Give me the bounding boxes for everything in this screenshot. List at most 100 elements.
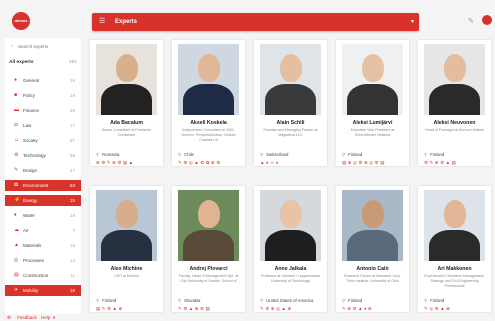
expert-description: Founder and Managing Partner at Magnetic… bbox=[263, 128, 318, 137]
expert-location: ⚲ Romania bbox=[96, 152, 119, 158]
sidebar-item-policy[interactable]: ■ Policy 19 bbox=[5, 90, 81, 101]
feedback-link[interactable]: Feedback bbox=[17, 314, 37, 321]
sidebar-item-label: Policy bbox=[23, 93, 36, 98]
header-bar: ☰ Experts ▾ bbox=[92, 13, 419, 31]
expert-topic-icons: ▤✎⚙▲⊕ bbox=[96, 306, 124, 311]
category-icon: ☺ bbox=[14, 137, 20, 143]
expert-card[interactable]: Anne Jalkala Professor at Stanford / Lapp… bbox=[254, 186, 327, 312]
expert-card[interactable]: Alex Michine CEO at Mentori ⚲ Finland ▤✎⚙▲⊕ bbox=[90, 186, 163, 312]
expert-topic-icons: ✎⊕⚙▲♦⊕ bbox=[342, 306, 374, 311]
location-pin-icon: ⚲ bbox=[424, 298, 428, 303]
sidebar-item-design[interactable]: ✎ Design 47 bbox=[5, 165, 81, 176]
expert-name[interactable]: Akseli Koskela bbox=[172, 120, 245, 126]
expert-photo[interactable] bbox=[424, 44, 485, 115]
sidebar-item-general[interactable]: ● General 16 bbox=[5, 75, 81, 86]
category-icon: ● bbox=[14, 77, 18, 83]
expert-description: Executive Vice President at GreenStream … bbox=[350, 128, 395, 137]
expert-description: Independent Consultant at CMS. Greenci. … bbox=[181, 128, 236, 142]
expert-card[interactable]: Antonio Calò Research Doctor at Nanotech … bbox=[336, 186, 409, 312]
sidebar-item-environment[interactable]: ✿ Environment 53 bbox=[5, 180, 81, 191]
sidebar-item-label: General bbox=[23, 78, 40, 83]
sidebar-item-energy[interactable]: ⚡ Energy 15 bbox=[5, 195, 81, 206]
expert-name[interactable]: Andrej Piovarci bbox=[172, 266, 245, 272]
expert-topic-icons: ✎⚙⊕◎▲⊕ bbox=[260, 306, 293, 311]
expert-location: ⚲ Finland bbox=[342, 152, 362, 158]
sidebar-item-label: Construction bbox=[23, 273, 49, 278]
sidebar-item-processes[interactable]: ◎ Processes 14 bbox=[5, 255, 81, 266]
expert-name[interactable]: Alain Schlli bbox=[254, 120, 327, 126]
sidebar-item-technology[interactable]: ⚙ Technology 59 bbox=[5, 150, 81, 161]
sidebar-item-mobility[interactable]: ✈ Mobility 16 bbox=[5, 285, 81, 296]
sidebar-item-materials[interactable]: ▲ Materials 15 bbox=[5, 240, 81, 251]
expert-name[interactable]: Alex Michine bbox=[90, 266, 163, 272]
expert-name[interactable]: Antonio Calò bbox=[336, 266, 409, 272]
expert-photo[interactable] bbox=[342, 190, 403, 261]
expert-location: ⚲ Slovakia bbox=[178, 298, 200, 304]
sidebar-item-water[interactable]: ♦ Water 18 bbox=[5, 210, 81, 221]
expert-photo[interactable] bbox=[96, 190, 157, 261]
expert-name[interactable]: Aleksi Lumijärvi bbox=[336, 120, 409, 126]
location-text: Finland bbox=[348, 298, 363, 303]
sidebar-item-label: Design bbox=[23, 168, 38, 173]
category-icon: ▤ bbox=[14, 272, 19, 278]
category-icon: ⚖ bbox=[14, 122, 19, 128]
location-text: Finland bbox=[430, 298, 445, 303]
location-pin-icon: ⚲ bbox=[178, 152, 182, 157]
expert-name[interactable]: Anne Jalkala bbox=[254, 266, 327, 272]
avatar[interactable] bbox=[482, 15, 492, 25]
sidebar-item-air[interactable]: ☁ Air 7 bbox=[5, 225, 81, 236]
app-logo[interactable]: demos bbox=[12, 12, 30, 30]
sidebar-item-count: 11 bbox=[70, 273, 75, 278]
expert-photo[interactable] bbox=[96, 44, 157, 115]
expert-name[interactable]: Ari Makkonen bbox=[418, 266, 491, 272]
expert-card[interactable]: Ari Makkonen Experienced Cleantech Manage… bbox=[418, 186, 491, 312]
expert-card[interactable]: Akseli Koskela Independent Consultant at … bbox=[172, 40, 245, 166]
expert-photo[interactable] bbox=[260, 190, 321, 261]
sidebar-item-law[interactable]: ⚖ Law 17 bbox=[5, 120, 81, 131]
page-title: Experts bbox=[115, 19, 138, 25]
expert-name[interactable]: Ada Bacalum bbox=[90, 120, 163, 126]
sidebar-item-count: 14 bbox=[69, 258, 75, 263]
sidebar-item-count: 15 bbox=[69, 198, 75, 203]
location-text: Finland bbox=[430, 152, 445, 157]
location-pin-icon: ⚲ bbox=[96, 298, 100, 303]
expert-card[interactable]: Andrej Piovarci Faculty, Head of Manageme… bbox=[172, 186, 245, 312]
chevron-down-icon[interactable]: ▾ bbox=[411, 13, 414, 31]
gear-icon[interactable]: ⚙ bbox=[7, 314, 11, 321]
sidebar-item-society[interactable]: ☺ Society 57 bbox=[5, 135, 81, 146]
expert-photo[interactable] bbox=[424, 190, 485, 261]
chevron-down-icon[interactable]: ▾ bbox=[53, 314, 55, 321]
expert-location: ⚲ Finland bbox=[342, 298, 362, 304]
expert-photo[interactable] bbox=[260, 44, 321, 115]
expert-card[interactable]: Alain Schlli Founder and Managing Partner… bbox=[254, 40, 327, 166]
sidebar-item-label: Materials bbox=[23, 243, 42, 248]
menu-icon[interactable]: ☰ bbox=[99, 13, 105, 31]
expert-photo[interactable] bbox=[178, 190, 239, 261]
help-link[interactable]: Help bbox=[41, 314, 50, 321]
sidebar-item-count: 15 bbox=[69, 243, 75, 248]
category-icon: ■ bbox=[14, 92, 18, 98]
pencil-icon[interactable]: ✎ bbox=[468, 17, 474, 25]
sidebar-item-count: 57 bbox=[69, 138, 75, 143]
sidebar-item-all-experts[interactable]: All experts 251 bbox=[9, 58, 79, 68]
search-box: ⌕ bbox=[9, 41, 77, 52]
expert-photo[interactable] bbox=[178, 44, 239, 115]
expert-photo[interactable] bbox=[342, 44, 403, 115]
location-pin-icon: ⚲ bbox=[260, 152, 264, 157]
expert-description: Experienced Cleantech Management, Strate… bbox=[424, 274, 485, 288]
sidebar-item-label: Environment bbox=[23, 183, 49, 188]
expert-card[interactable]: Aleksi Lumijärvi Executive Vice President… bbox=[336, 40, 409, 166]
expert-card[interactable]: Aleksi Neuvonen Head of Foresight at Demo… bbox=[418, 40, 491, 166]
search-input[interactable] bbox=[18, 42, 74, 51]
expert-description: Faculty, Head of Management Dpt. at City… bbox=[178, 274, 239, 283]
category-icon: ✈ bbox=[14, 287, 19, 293]
sidebar-item-finance[interactable]: ▬ Finance 69 bbox=[5, 105, 81, 116]
category-icon: ✎ bbox=[14, 167, 19, 173]
expert-topic-icons: ▤⊕◎⚙⊕◎⚙▤ bbox=[342, 160, 386, 165]
expert-card[interactable]: Ada Bacalum Senior Consultant at Freelanc… bbox=[90, 40, 163, 166]
sidebar-item-construction[interactable]: ▤ Construction 11 bbox=[5, 270, 81, 281]
category-icon: ▲ bbox=[14, 242, 19, 248]
expert-name[interactable]: Aleksi Neuvonen bbox=[418, 120, 491, 126]
location-pin-icon: ⚲ bbox=[424, 152, 428, 157]
expert-topic-icons: ⚙✎⊕⚙▲▤ bbox=[424, 160, 458, 165]
